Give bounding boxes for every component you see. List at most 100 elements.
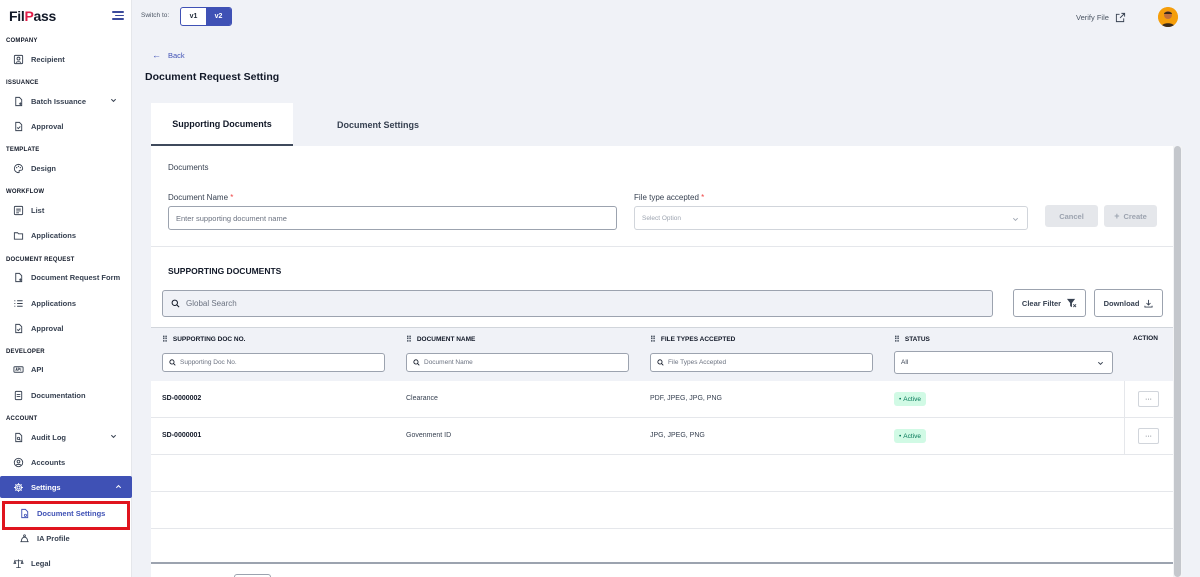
profile-badge-icon <box>19 533 30 544</box>
tabs: Supporting Documents Document Settings <box>151 103 1183 146</box>
scale-icon <box>13 558 24 569</box>
search-icon <box>657 359 664 366</box>
document-icon <box>13 390 24 401</box>
app-logo[interactable]: FilPass <box>9 8 56 24</box>
documents-section-title: Documents <box>168 163 209 172</box>
sidebar-item-approval-request[interactable]: Approval <box>5 318 127 338</box>
drag-handle-icon[interactable]: ⠿ <box>894 335 900 344</box>
sidebar-item-settings[interactable]: Settings <box>0 476 132 498</box>
filter-doc-name-input[interactable]: Document Name <box>406 353 629 372</box>
version-v2-button[interactable]: v2 <box>206 8 231 25</box>
file-type-label: File type accepted * <box>634 193 705 202</box>
table-row[interactable]: SD-0000002 Clearance PDF, JPEG, JPG, PNG… <box>151 381 1173 418</box>
sidebar-item-recipient[interactable]: Recipient <box>5 49 127 69</box>
back-link[interactable]: ← Back <box>152 50 185 60</box>
switch-label: Switch to: <box>141 12 170 19</box>
cell-file-types: JPG, JPEG, PNG <box>650 432 705 439</box>
column-header-action: ACTION <box>1133 335 1158 342</box>
status-badge: • Active <box>894 429 926 443</box>
row-actions-button[interactable]: ··· <box>1138 428 1159 444</box>
sidebar-item-applications-request[interactable]: Applications <box>5 293 127 313</box>
drag-handle-icon[interactable]: ⠿ <box>650 335 656 344</box>
supporting-documents-title: SUPPORTING DOCUMENTS <box>168 266 282 276</box>
section-template: TEMPLATE <box>6 147 40 153</box>
sidebar-item-documentation[interactable]: Documentation <box>5 385 127 405</box>
filter-clear-icon <box>1067 298 1077 308</box>
sidebar-item-approval-issuance[interactable]: Approval <box>5 116 127 136</box>
section-developer: DEVELOPER <box>6 349 45 355</box>
cell-doc-name: Govenment ID <box>406 432 452 439</box>
sidebar-item-audit-log[interactable]: Audit Log <box>5 427 127 447</box>
clear-filter-button[interactable]: Clear Filter <box>1013 289 1086 317</box>
cancel-button[interactable]: Cancel <box>1045 205 1098 227</box>
tab-supporting-documents[interactable]: Supporting Documents <box>151 103 293 146</box>
column-header-status[interactable]: ⠿ STATUS <box>894 335 930 344</box>
section-issuance: ISSUANCE <box>6 80 39 86</box>
sidebar-item-ia-profile[interactable]: IA Profile <box>5 528 127 548</box>
sidebar-item-legal[interactable]: Legal <box>5 553 127 573</box>
search-icon <box>169 359 176 366</box>
verify-file-link[interactable]: Verify File <box>1076 12 1126 23</box>
create-button[interactable]: + Create <box>1104 205 1157 227</box>
status-badge: • Active <box>894 392 926 406</box>
global-search-input[interactable]: Global Search <box>162 290 993 317</box>
version-switch: v1 v2 <box>180 7 232 26</box>
user-card-icon <box>13 54 24 65</box>
chevron-down-icon <box>1097 361 1104 366</box>
document-add-icon <box>13 96 24 107</box>
sidebar-item-batch-issuance[interactable]: Batch Issuance <box>5 91 127 111</box>
filter-file-types-input[interactable]: File Types Accepted <box>650 353 873 372</box>
chevron-down-icon <box>1013 217 1018 221</box>
document-name-label: Document Name * <box>168 193 234 202</box>
scrollbar[interactable] <box>1173 146 1182 577</box>
document-name-input[interactable]: Enter supporting document name <box>168 206 617 230</box>
download-icon <box>1144 299 1153 308</box>
sidebar-item-applications-workflow[interactable]: Applications <box>5 225 127 245</box>
table-row-empty <box>151 492 1173 529</box>
sidebar-item-document-request-form[interactable]: Document Request Form <box>5 267 127 287</box>
palette-icon <box>13 163 24 174</box>
download-button[interactable]: Download <box>1094 289 1163 317</box>
search-icon <box>171 299 180 308</box>
list-icon <box>13 205 24 216</box>
version-v1-button[interactable]: v1 <box>181 8 206 25</box>
sidebar-item-design[interactable]: Design <box>5 158 127 178</box>
tab-document-settings[interactable]: Document Settings <box>307 103 449 146</box>
drag-handle-icon[interactable]: ⠿ <box>406 335 412 344</box>
table-header: ⠿ SUPPORTING DOC NO. ⠿ DOCUMENT NAME ⠿ FILE… <box>151 327 1173 381</box>
cell-doc-name: Clearance <box>406 395 438 402</box>
document-search-icon <box>13 432 24 443</box>
chevron-down-icon <box>110 98 117 103</box>
highlight-box <box>2 501 130 530</box>
sidebar: FilPass COMPANY Recipient ISSUANCE Batch… <box>0 0 132 577</box>
column-header-file-types[interactable]: ⠿ FILE TYPES ACCEPTED <box>650 335 735 344</box>
collapse-menu-icon[interactable] <box>112 11 124 20</box>
arrow-left-icon: ← <box>152 50 161 60</box>
sidebar-item-api[interactable]: API <box>5 359 127 379</box>
search-icon <box>413 359 420 366</box>
section-workflow: WORKFLOW <box>6 189 45 195</box>
topbar: Switch to: v1 v2 Verify File <box>132 0 1200 34</box>
table-row-empty <box>151 455 1173 492</box>
row-actions-button[interactable]: ··· <box>1138 391 1159 407</box>
cell-file-types: PDF, JPEG, JPG, PNG <box>650 395 722 402</box>
gear-icon <box>13 482 24 493</box>
table-footer-divider <box>151 562 1173 564</box>
cell-doc-no: SD-0000001 <box>162 432 202 439</box>
drag-handle-icon[interactable]: ⠿ <box>162 335 168 344</box>
cell-doc-no: SD-0000002 <box>162 395 202 402</box>
column-header-doc-no[interactable]: ⠿ SUPPORTING DOC NO. <box>162 335 245 344</box>
sidebar-item-accounts[interactable]: Accounts <box>5 452 127 472</box>
column-header-doc-name[interactable]: ⠿ DOCUMENT NAME <box>406 335 475 344</box>
sidebar-item-list[interactable]: List <box>5 200 127 220</box>
list-bullets-icon <box>13 298 24 309</box>
user-avatar[interactable] <box>1158 7 1178 27</box>
table-row[interactable]: SD-0000001 Govenment ID JPG, JPEG, PNG •… <box>151 418 1173 455</box>
folder-icon <box>13 230 24 241</box>
filter-doc-no-input[interactable]: Supporting Doc No. <box>162 353 385 372</box>
user-circle-icon <box>13 457 24 468</box>
section-document-request: DOCUMENT REQUEST <box>6 257 75 263</box>
file-type-select[interactable]: Select Option <box>634 206 1028 230</box>
filter-status-select[interactable]: All <box>894 351 1113 374</box>
document-add-icon <box>13 272 24 283</box>
